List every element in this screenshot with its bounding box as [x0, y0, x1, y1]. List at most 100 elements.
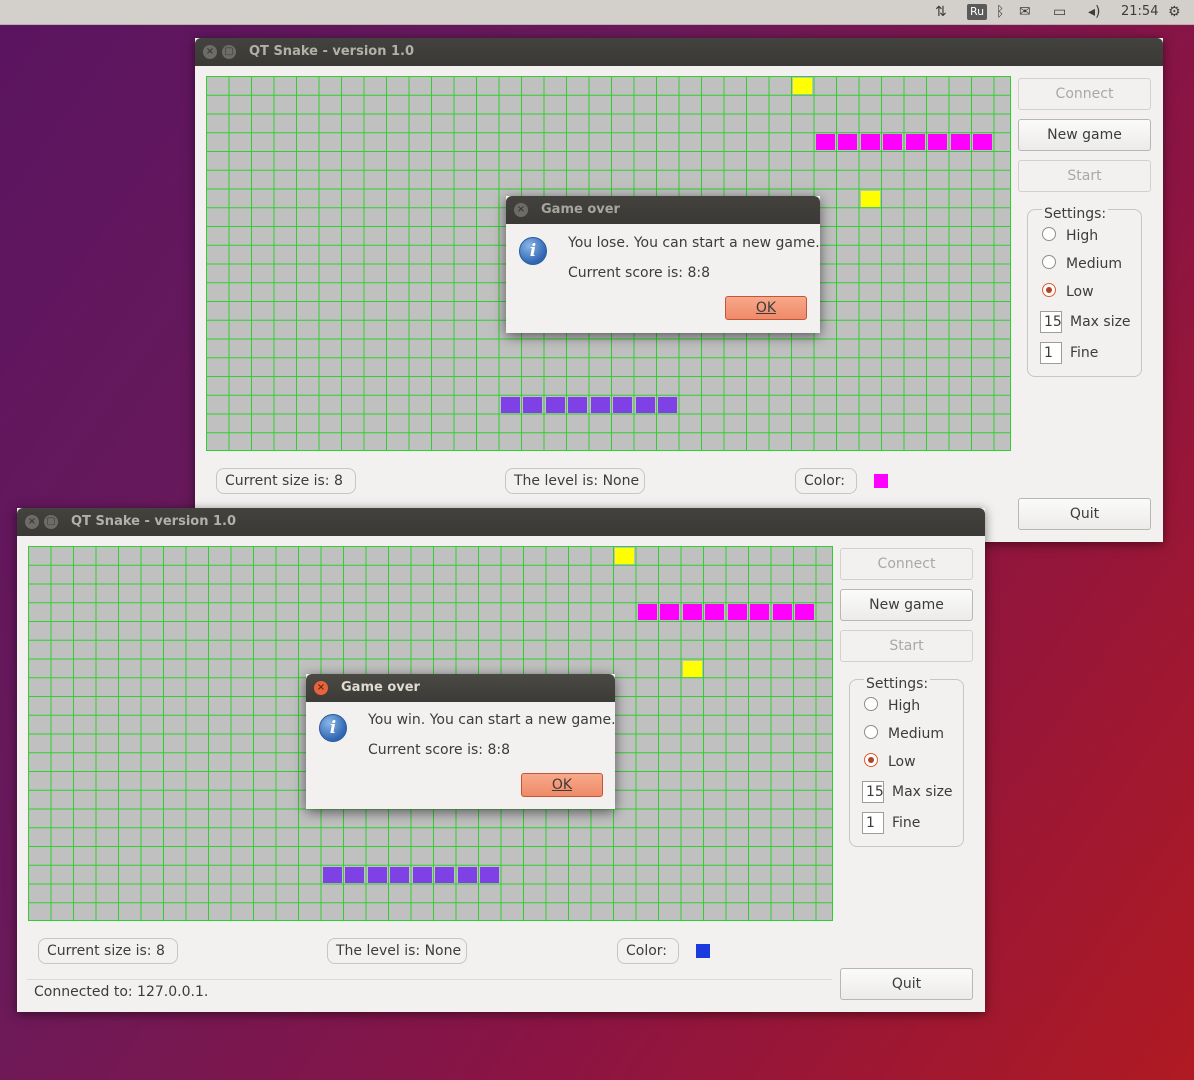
snake-magenta-segment	[682, 604, 702, 621]
radio-low[interactable]: Low	[864, 752, 916, 772]
max-size-row: 15 Max size	[862, 780, 953, 804]
ok-label: OK	[755, 300, 777, 316]
snake-magenta-segment	[883, 134, 902, 151]
snake-purple-segment	[322, 866, 342, 883]
fine-spinbox[interactable]: 1	[1040, 342, 1062, 364]
radio-label: High	[888, 698, 921, 714]
ok-button[interactable]: OK	[725, 296, 807, 320]
radio-label: Medium	[888, 726, 944, 742]
snake-purple-segment	[523, 396, 542, 413]
snake-purple-segment	[545, 396, 565, 413]
radio-label: High	[1066, 228, 1099, 244]
snake-purple-segment	[390, 866, 409, 883]
snake-magenta-segment	[772, 604, 792, 621]
food-cell	[860, 190, 880, 207]
radio-indicator[interactable]	[864, 753, 878, 767]
settings-groupbox: Settings: High Medium Low 15 Max size 1 Fi…	[849, 676, 964, 847]
minimize-icon[interactable]: ▢	[222, 45, 236, 59]
dialog-message: You win. You can start a new game.	[368, 712, 616, 728]
snake-magenta-segment	[815, 134, 835, 151]
settings-groupbox: Settings: High Medium Low 15 Max size 1 Fi…	[1027, 206, 1142, 377]
dialog-score: Current score is: 8:8	[568, 265, 710, 281]
close-icon[interactable]: ×	[514, 203, 528, 217]
radio-high[interactable]: High	[1042, 226, 1098, 246]
keyboard-layout-indicator[interactable]: Ru	[967, 4, 988, 20]
max-size-spinbox[interactable]: 15	[1040, 311, 1062, 333]
fine-label: Fine	[1070, 345, 1099, 361]
snake-magenta-segment	[838, 134, 857, 151]
snake-purple-segment	[590, 396, 610, 413]
connect-button[interactable]: Connect	[840, 548, 973, 580]
radio-label: Low	[1066, 284, 1094, 300]
fine-row: 1 Fine	[862, 811, 920, 835]
level-label: The level is: None	[327, 938, 467, 964]
snake-magenta-segment	[637, 604, 657, 621]
snake-magenta-segment	[928, 134, 947, 151]
fine-label: Fine	[892, 815, 921, 831]
snake-purple-segment	[412, 866, 432, 883]
radio-indicator[interactable]	[1042, 227, 1056, 241]
snake-magenta-segment	[795, 604, 814, 621]
volume-icon[interactable]: ◂)	[1088, 2, 1101, 22]
snake-magenta-segment	[705, 604, 724, 621]
close-icon[interactable]: ×	[314, 681, 328, 695]
radio-indicator[interactable]	[864, 697, 878, 711]
close-icon[interactable]: ×	[203, 45, 217, 59]
info-icon: i	[319, 714, 347, 742]
start-button[interactable]: Start	[840, 630, 973, 662]
snake-purple-segment	[457, 866, 477, 883]
ok-label: OK	[551, 777, 573, 793]
new-game-button[interactable]: New game	[840, 589, 973, 621]
window-titlebar[interactable]: × ▢ QT Snake - version 1.0	[195, 38, 1163, 66]
quit-button[interactable]: Quit	[1018, 498, 1151, 530]
fine-row: 1 Fine	[1040, 341, 1098, 365]
clock[interactable]: 21:54	[1121, 2, 1158, 22]
snake-purple-segment	[367, 866, 387, 883]
radio-indicator[interactable]	[1042, 283, 1056, 297]
radio-medium[interactable]: Medium	[864, 724, 944, 744]
game-over-dialog-front: × Game over i You win. You can start a n…	[306, 674, 616, 809]
radio-medium[interactable]: Medium	[1042, 254, 1122, 274]
radio-indicator[interactable]	[864, 725, 878, 739]
food-cell	[615, 548, 634, 564]
max-size-row: 15 Max size	[1040, 310, 1131, 334]
network-arrows-icon[interactable]: ⇅	[935, 2, 947, 22]
mail-icon[interactable]: ✉	[1019, 2, 1031, 22]
dialog-titlebar[interactable]: × Game over	[506, 196, 820, 224]
window-titlebar[interactable]: × ▢ QT Snake - version 1.0	[17, 508, 985, 536]
max-size-spinbox[interactable]: 15	[862, 781, 884, 803]
window-title: QT Snake - version 1.0	[249, 44, 415, 59]
snake-purple-segment	[480, 866, 499, 883]
current-size-label: Current size is: 8	[38, 938, 178, 964]
dialog-score: Current score is: 8:8	[368, 742, 510, 758]
gear-icon[interactable]: ⚙	[1168, 2, 1181, 22]
snake-purple-segment	[635, 396, 655, 413]
connect-button[interactable]: Connect	[1018, 78, 1151, 110]
battery-icon[interactable]: ▭	[1053, 2, 1066, 22]
bluetooth-icon[interactable]: ᛒ	[996, 2, 1004, 22]
radio-indicator[interactable]	[1042, 255, 1056, 269]
radio-low[interactable]: Low	[1042, 282, 1094, 302]
snake-magenta-segment	[750, 604, 769, 621]
current-size-label: Current size is: 8	[216, 468, 356, 494]
info-icon: i	[519, 237, 547, 265]
start-button[interactable]: Start	[1018, 160, 1151, 192]
dialog-titlebar[interactable]: × Game over	[306, 674, 615, 702]
fine-spinbox[interactable]: 1	[862, 812, 884, 834]
ok-button[interactable]: OK	[521, 773, 603, 797]
quit-button[interactable]: Quit	[840, 968, 973, 1000]
snake-magenta-segment	[973, 134, 992, 151]
game-over-dialog-back: × Game over i You lose. You can start a …	[506, 196, 820, 333]
snake-magenta-segment	[950, 134, 970, 151]
settings-title: Settings:	[864, 676, 931, 692]
radio-high[interactable]: High	[864, 696, 920, 716]
dialog-title: Game over	[341, 680, 420, 695]
max-size-label: Max size	[1070, 314, 1131, 330]
window-title: QT Snake - version 1.0	[71, 514, 237, 529]
new-game-button[interactable]: New game	[1018, 119, 1151, 151]
snake-magenta-segment	[727, 604, 747, 621]
minimize-icon[interactable]: ▢	[44, 515, 58, 529]
food-cell	[793, 78, 812, 94]
close-icon[interactable]: ×	[25, 515, 39, 529]
color-label: Color:	[617, 938, 679, 964]
